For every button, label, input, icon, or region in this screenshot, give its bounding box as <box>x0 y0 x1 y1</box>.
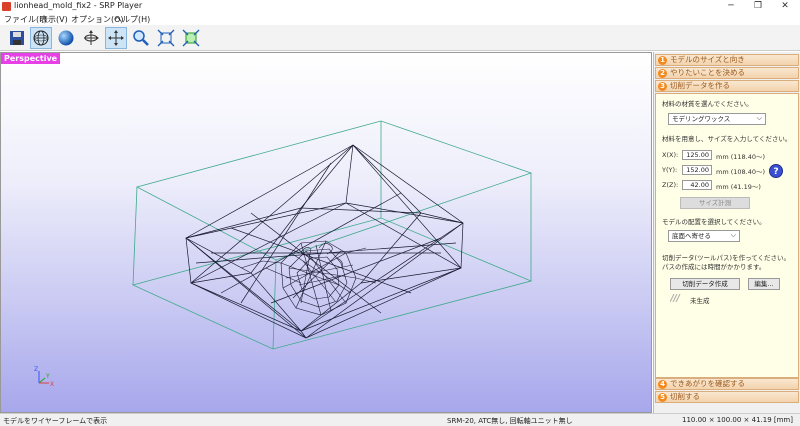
pan-button[interactable] <box>105 27 127 49</box>
zoom-icon <box>133 30 149 46</box>
minimize-button[interactable]: ─ <box>718 0 744 13</box>
z-hint: mm (41.19～) <box>716 183 761 191</box>
create-toolpath-button[interactable]: 切削データ作成 <box>670 278 740 290</box>
step-label: 切削する <box>670 392 700 401</box>
menu-help[interactable]: ヘルプ(H) <box>114 14 150 25</box>
step-label: できあがりを確認する <box>670 379 745 388</box>
z-size-input[interactable]: 42.00 <box>682 180 712 190</box>
shaded-sphere-icon <box>58 30 74 46</box>
status-dimensions: 110.00 × 100.00 × 41.19 [mm] <box>682 416 793 424</box>
window-title: lionhead_mold_fix2 - SRP Player <box>14 1 143 10</box>
x-size-input[interactable]: 125.00 <box>682 150 712 160</box>
status-left: モデルをワイヤーフレームで表示 <box>3 417 108 425</box>
stock-bounding-box <box>131 120 533 350</box>
step-number: 3 <box>658 82 667 91</box>
status-machine: SRM-20, ATC無し, 回転軸ユニット無し <box>447 417 573 425</box>
svg-text:Z: Z <box>34 366 38 373</box>
rotate-button[interactable] <box>80 27 102 49</box>
y-hint: mm (108.40～) <box>716 168 766 176</box>
pan-icon <box>108 30 124 46</box>
rotate-icon <box>84 30 99 45</box>
step-number: 2 <box>658 69 667 78</box>
save-icon <box>10 31 24 45</box>
step-decide-purpose[interactable]: 2 やりたいことを決める <box>655 67 799 79</box>
step-create-toolpath[interactable]: 3 切削データを作る <box>655 80 799 92</box>
fit-button[interactable] <box>155 27 177 49</box>
step-panel: 1 モデルのサイズと向き 2 やりたいことを決める 3 切削データを作る 材料の… <box>653 52 800 413</box>
menu-bar: ファイル(F) 表示(V) オプション(O) ヘルプ(H) <box>0 13 800 25</box>
save-button[interactable] <box>6 27 28 49</box>
toolpath-prompt-2: パスの作成には時間がかかります。 <box>662 263 766 271</box>
menu-view[interactable]: 表示(V) <box>40 14 68 25</box>
measure-size-button[interactable]: サイズ計測 <box>680 197 750 209</box>
fit-all-icon <box>182 29 200 47</box>
step-number: 1 <box>658 56 667 65</box>
step-number: 4 <box>658 380 667 389</box>
edit-button[interactable]: 編集... <box>748 278 780 290</box>
step-model-size[interactable]: 1 モデルのサイズと向き <box>655 54 799 66</box>
wireframe-model: Z X Y <box>34 120 533 388</box>
wireframe-view-button[interactable] <box>30 27 52 49</box>
svg-text:Y: Y <box>45 373 50 380</box>
wireframe-sphere-icon <box>33 30 49 46</box>
step-label: やりたいことを決める <box>670 68 745 77</box>
y-size-input[interactable]: 152.00 <box>682 165 712 175</box>
toolbar <box>0 25 800 51</box>
svg-text:X: X <box>50 381 54 388</box>
step3-body: 材料の材質を選んでください。 モデリングワックス 材料を用意し、サイズを入力して… <box>655 93 799 378</box>
z-label: Z(Z): <box>662 181 679 189</box>
toolpath-status: 未生成 <box>690 297 710 305</box>
step-cut[interactable]: 5 切削する <box>655 391 799 403</box>
step-check-result[interactable]: 4 できあがりを確認する <box>655 378 799 390</box>
status-bar: モデルをワイヤーフレームで表示 SRM-20, ATC無し, 回転軸ユニット無し… <box>0 413 800 426</box>
maximize-button[interactable]: ❐ <box>745 0 771 13</box>
title-bar: lionhead_mold_fix2 - SRP Player ─ ❐ ✕ <box>0 0 800 13</box>
viewport-3d[interactable]: Perspective Z X Y <box>0 52 652 413</box>
toolpath-status-icon <box>670 294 681 302</box>
help-icon[interactable]: ? <box>769 164 783 178</box>
x-label: X(X): <box>662 151 679 159</box>
material-select[interactable]: モデリングワックス <box>668 113 766 125</box>
app-icon <box>2 2 11 11</box>
y-label: Y(Y): <box>662 166 678 174</box>
step-label: モデルのサイズと向き <box>670 55 745 64</box>
close-button[interactable]: ✕ <box>772 0 798 13</box>
x-hint: mm (118.40～) <box>716 153 766 161</box>
material-prompt: 材料の材質を選んでください。 <box>662 100 753 108</box>
shaded-view-button[interactable] <box>55 27 77 49</box>
placement-select[interactable]: 底面へ寄せる <box>668 230 740 242</box>
fit-all-button[interactable] <box>180 27 202 49</box>
zoom-button[interactable] <box>130 27 152 49</box>
placement-prompt: モデルの配置を選択してください。 <box>662 218 766 226</box>
model-mesh <box>185 144 464 339</box>
step-number: 5 <box>658 393 667 402</box>
size-prompt: 材料を用意し、サイズを入力してください。 <box>662 135 792 143</box>
step-label: 切削データを作る <box>670 81 730 90</box>
fit-icon <box>157 29 175 47</box>
